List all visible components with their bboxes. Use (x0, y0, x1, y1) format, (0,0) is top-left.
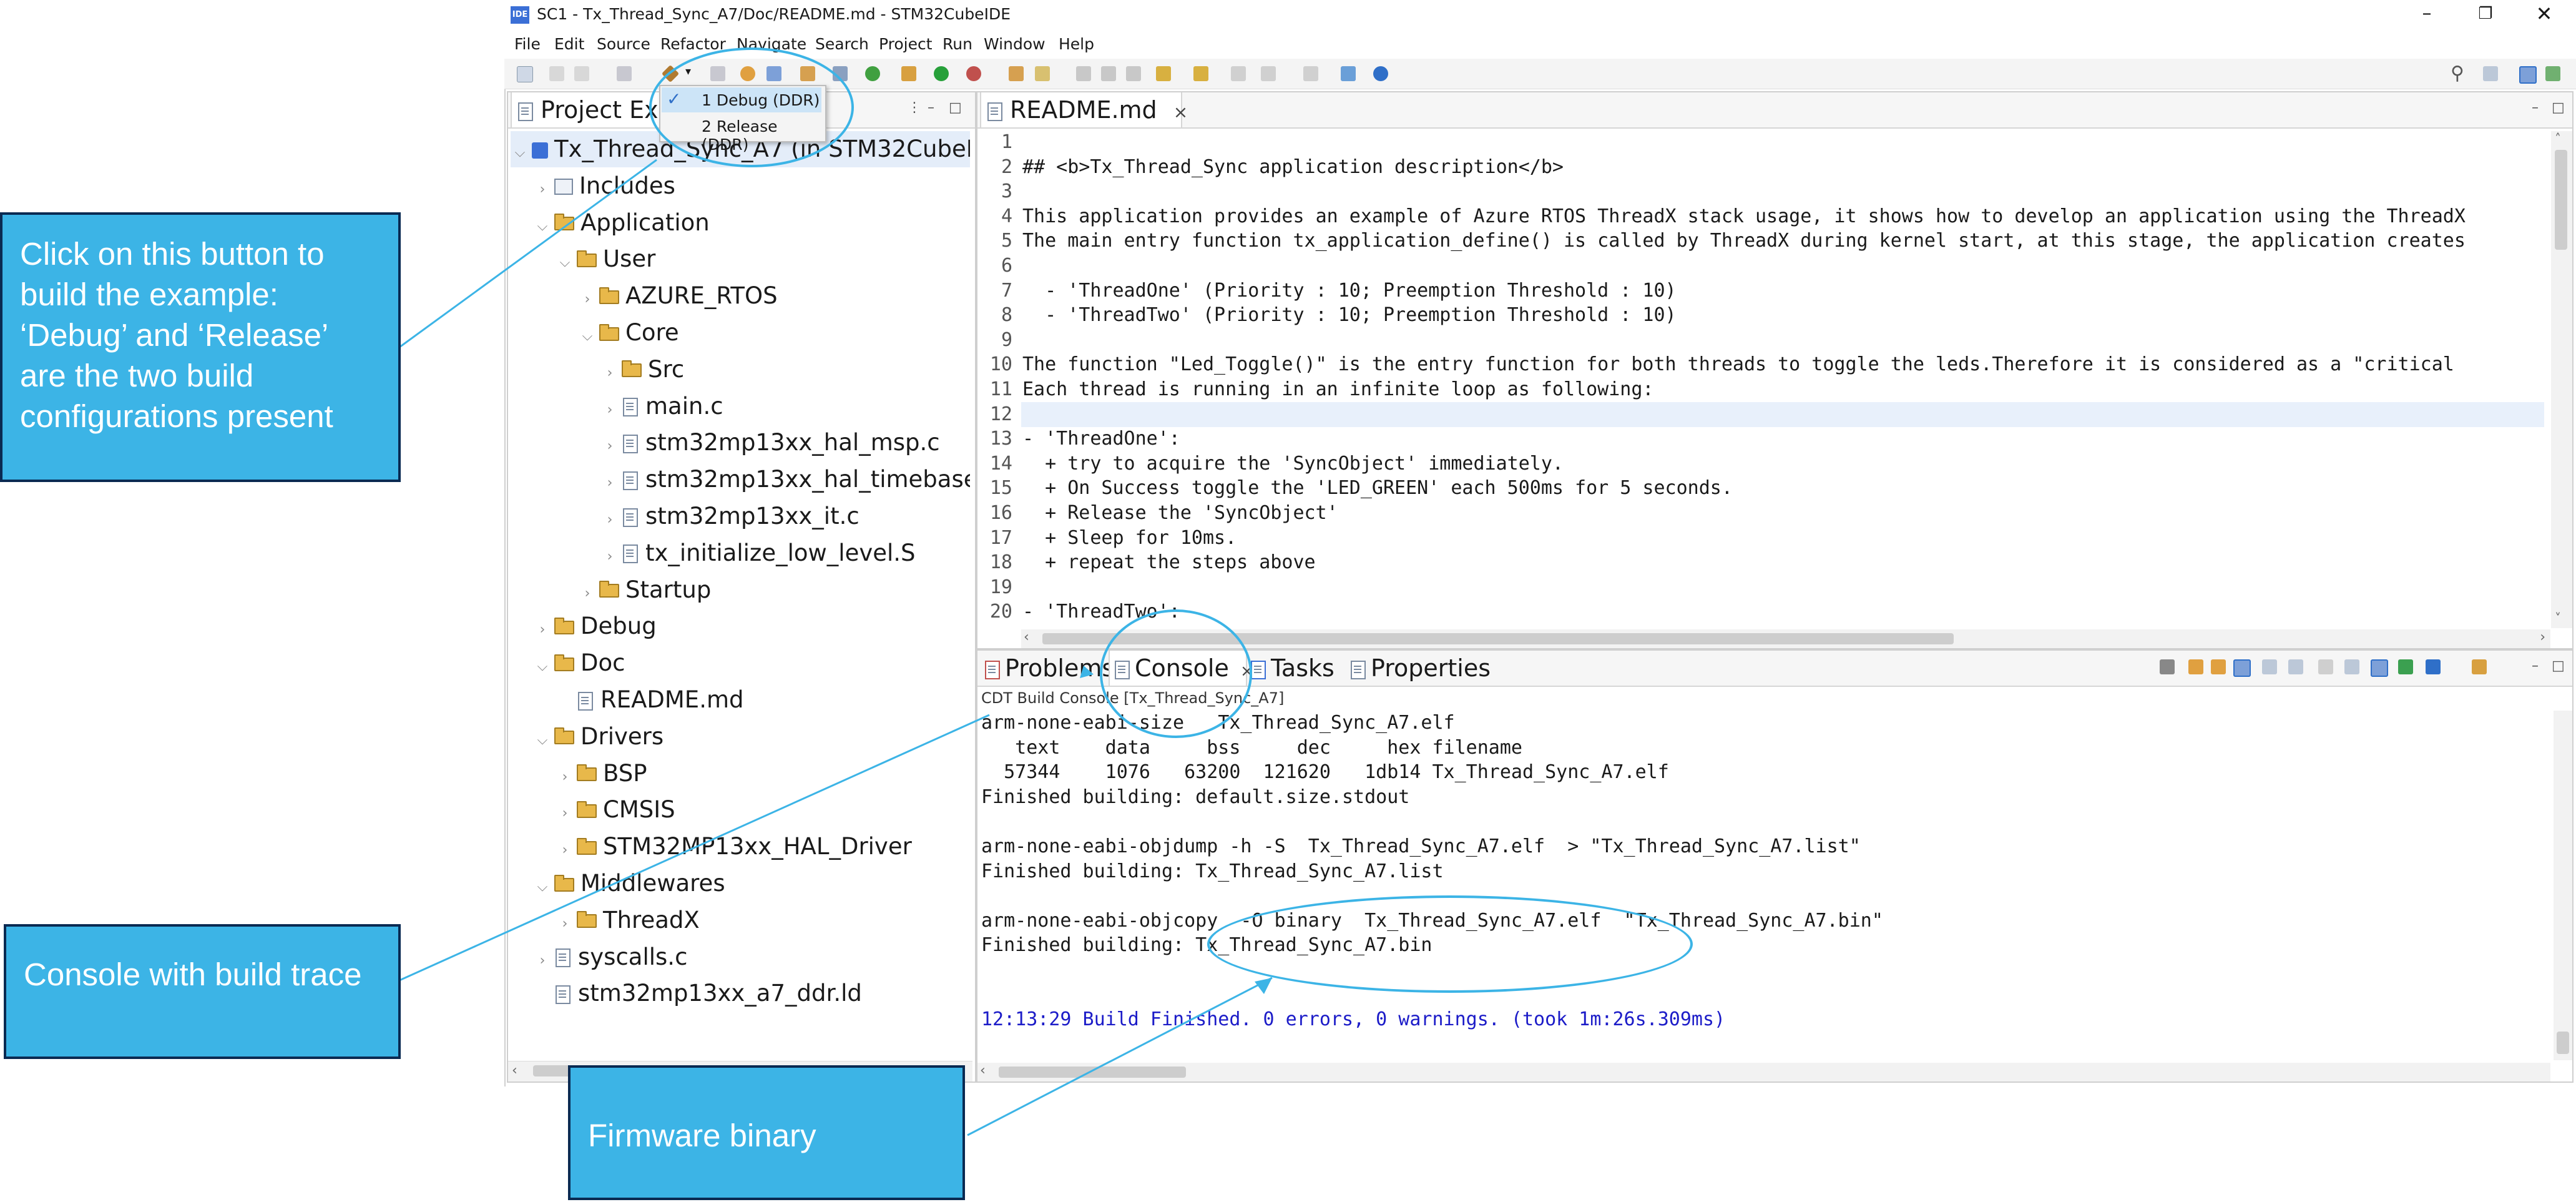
build-button-highlight (649, 47, 854, 167)
console-tab-highlight (1100, 609, 1252, 738)
console-arrowhead-icon (1080, 666, 1094, 678)
console-callout: Console with build trace (4, 924, 401, 1059)
build-callout: Click on this button to build the exampl… (0, 212, 401, 482)
build-callout-line (399, 159, 657, 348)
console-callout-line (399, 714, 990, 982)
firmware-binary-highlight (1207, 895, 1693, 993)
firmware-callout-line (967, 977, 1273, 1136)
firmware-callout: Firmware binary (568, 1065, 965, 1200)
